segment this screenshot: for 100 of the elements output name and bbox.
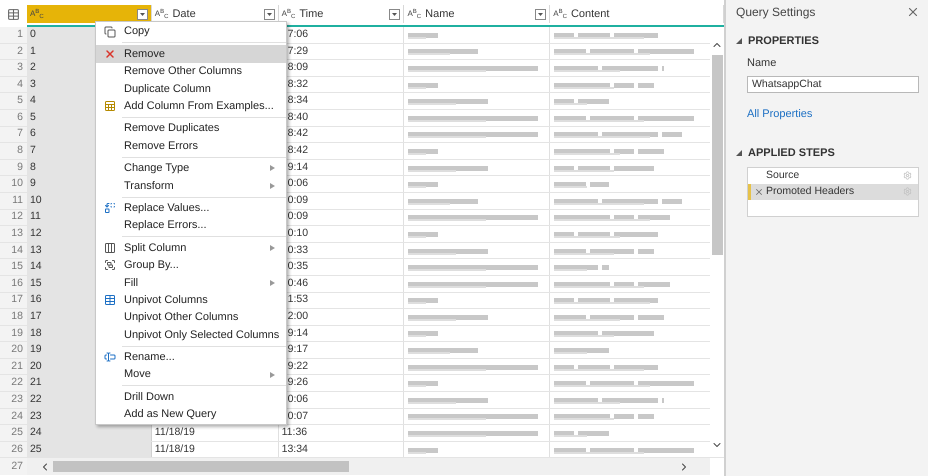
menu-item[interactable]: Copy	[96, 23, 286, 40]
sheet-icon	[104, 100, 116, 112]
table-cell-text: 2:00	[288, 309, 308, 324]
filter-dropdown[interactable]	[535, 8, 546, 20]
filter-dropdown[interactable]	[264, 8, 275, 20]
table-cell-text: 0:35	[288, 259, 308, 274]
filter-dropdown[interactable]	[389, 8, 400, 20]
row-number: 16	[11, 276, 23, 291]
menu-item[interactable]: Unpivot Columns	[96, 291, 286, 309]
menu-item[interactable]: Move	[96, 366, 286, 384]
menu-item[interactable]: Transform	[96, 177, 286, 195]
scrollbar-thumb[interactable]	[53, 461, 349, 472]
table-cell-text: 2	[30, 60, 36, 76]
menu-item[interactable]: Fill	[96, 274, 286, 292]
row-number: 3	[17, 60, 23, 76]
row-number: 25	[11, 425, 23, 440]
columns-icon	[104, 242, 116, 254]
table-cell-text: 0:09	[288, 209, 308, 224]
row-number: 27	[11, 459, 23, 474]
column-header[interactable]: A$^{B}$$_{C}$ Content	[550, 5, 724, 23]
table-cell-text: 24	[30, 425, 42, 440]
delete-step-icon[interactable]	[754, 186, 764, 196]
menu-item[interactable]: Remove Errors	[96, 137, 286, 155]
menu-item[interactable]: Split Column	[96, 239, 286, 257]
row-number: 13	[11, 226, 23, 242]
table-cell-text: 5	[30, 110, 36, 125]
step-item[interactable]: Promoted Headers	[748, 184, 918, 200]
name-field[interactable]: WhatsappChat	[747, 76, 919, 92]
close-icon	[104, 48, 116, 60]
row-number: 22	[11, 375, 23, 390]
table-cell-text: 11:36	[282, 425, 308, 440]
caret-icon	[140, 12, 145, 16]
menu-item[interactable]: Remove Other Columns	[96, 62, 286, 80]
collapse-icon[interactable]	[736, 38, 742, 44]
menu-item[interactable]: Remove Duplicates	[96, 120, 286, 138]
table-cell-text: 8:42	[288, 143, 308, 158]
row-number: 18	[11, 309, 23, 324]
table-cell-text: 9	[30, 176, 36, 192]
table-menu-icon[interactable]	[6, 8, 20, 20]
table-cell-text: 9:14	[288, 160, 308, 175]
scrollbar-thumb[interactable]	[712, 55, 722, 255]
row-number: 20	[11, 342, 23, 358]
table-cell-text: 0:10	[288, 226, 308, 242]
all-properties-link[interactable]: All Properties	[747, 108, 812, 120]
menu-item[interactable]: Group By...	[96, 256, 286, 274]
menu-item[interactable]: Add as New Query	[96, 406, 286, 424]
table-cell-text: 18	[30, 326, 42, 341]
caret-icon	[538, 12, 544, 16]
row-number: 11	[12, 192, 23, 208]
caret-icon	[392, 12, 398, 16]
table-cell-text: 8:40	[288, 110, 308, 125]
table-cell-text: 0:06	[288, 176, 308, 192]
field-label: Name	[747, 56, 778, 70]
row-number: 26	[11, 442, 23, 457]
menu-item[interactable]: Remove	[96, 45, 286, 63]
column-header[interactable]: A$^{B}$$_{C}$ Time	[278, 5, 404, 23]
table-cell-text: 0:46	[288, 276, 308, 291]
row-number: 23	[11, 392, 23, 407]
group-icon	[104, 259, 116, 272]
table-cell-text: 7:06	[288, 26, 308, 42]
menu-item[interactable]: Add Column From Examples...	[96, 98, 286, 115]
menu-item[interactable]: Duplicate Column	[96, 80, 286, 98]
collapse-icon[interactable]	[736, 150, 742, 156]
row-number: 19	[11, 326, 23, 341]
row-number: 1	[17, 26, 23, 42]
table-cell-text: 13:34	[282, 442, 308, 457]
row-number: 10	[11, 176, 23, 192]
caret-icon	[266, 12, 272, 16]
row-number: 17	[11, 292, 23, 308]
table-cell-text: 0:06	[288, 392, 308, 407]
menu-item[interactable]: Change Type	[96, 160, 286, 178]
section-heading: PROPERTIES	[748, 34, 819, 49]
table-cell-text: 20	[30, 358, 42, 374]
table-cell-text: 19	[30, 342, 42, 358]
row-number: 12	[11, 209, 23, 224]
copy-icon	[104, 26, 116, 38]
close-icon[interactable]	[906, 5, 920, 19]
menu-item[interactable]: Unpivot Only Selected Columns	[96, 326, 286, 344]
table-cell-text: 7	[30, 143, 36, 158]
menu-item[interactable]: Replace Errors...	[96, 216, 286, 234]
menu-item[interactable]: Rename...	[96, 348, 286, 366]
table-cell-text: 6	[30, 126, 36, 142]
horizontal-scrollbar[interactable]	[27, 458, 710, 476]
row-number: 21	[11, 358, 23, 374]
table-cell-text: 16	[30, 292, 42, 308]
step-item[interactable]: Source	[748, 168, 918, 184]
table-cell-text: 13	[30, 242, 42, 258]
menu-item[interactable]: Drill Down	[96, 388, 286, 406]
table-cell-text: 9:22	[288, 358, 308, 374]
replace-icon	[104, 202, 116, 214]
table-cell-text: 4	[30, 93, 36, 108]
table-cell-text: 1:53	[288, 292, 308, 308]
table-cell-text: 8:09	[288, 60, 308, 76]
menu-item[interactable]: Replace Values...	[96, 200, 286, 217]
row-number: 7	[17, 126, 23, 142]
row-number: 9	[17, 160, 23, 175]
row-number: 14	[11, 242, 23, 258]
filter-dropdown[interactable]	[136, 8, 148, 20]
table-cell-text: 25	[30, 442, 42, 457]
menu-item[interactable]: Unpivot Other Columns	[96, 308, 286, 326]
